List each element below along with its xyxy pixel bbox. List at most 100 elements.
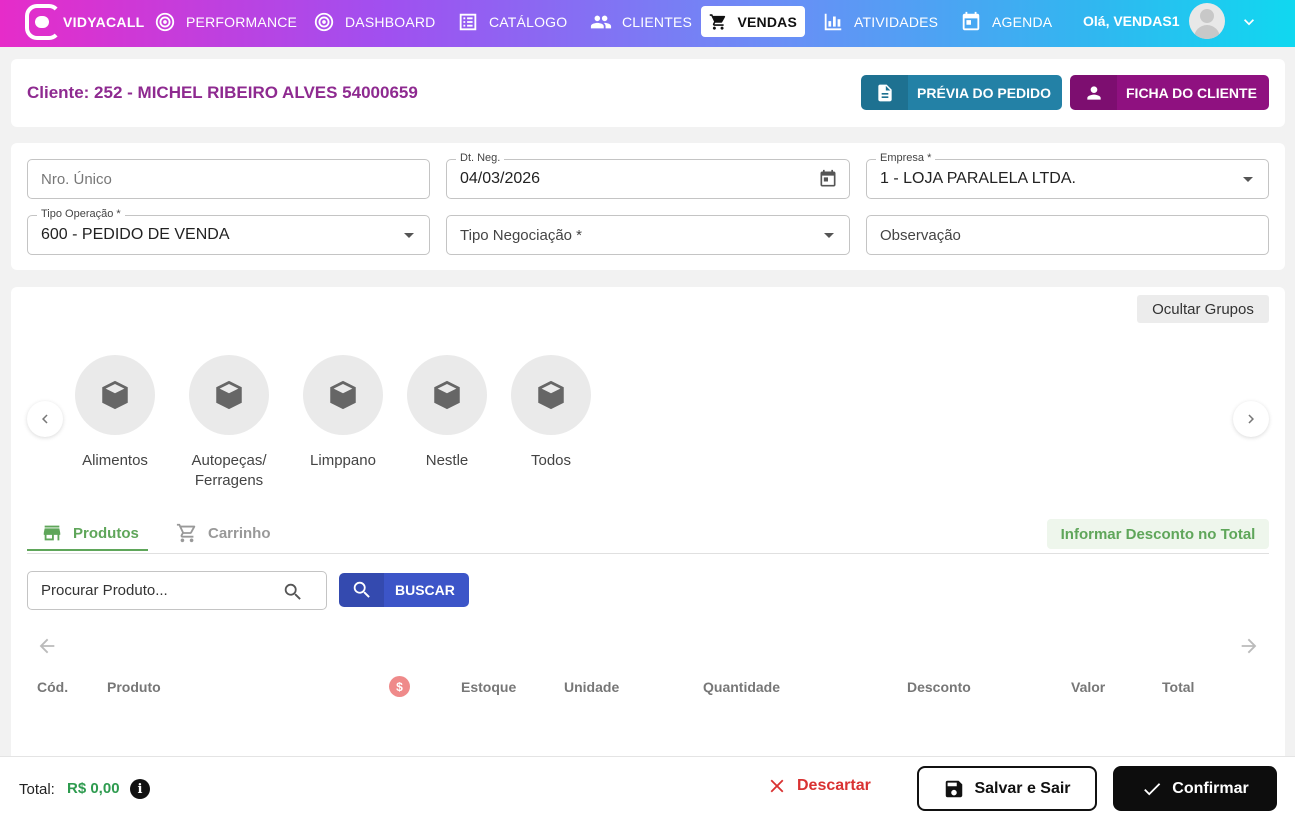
box-icon [102,380,128,410]
nav-vendas-label: VENDAS [737,13,797,30]
group-name: Nestle [425,452,469,469]
dropdown-caret-icon [824,233,834,238]
document-icon [877,84,892,101]
arrow-right-icon[interactable] [1238,635,1260,657]
group-limppano[interactable]: Limppano [288,355,398,471]
tab-carrinho-label: Carrinho [208,524,271,542]
chevron-right-icon [1248,414,1254,424]
order-preview-label: PRÉVIA DO PEDIDO [917,84,1052,101]
search-icon [353,581,370,598]
total-label: Total: [19,781,55,798]
cart-icon [709,13,726,30]
confirm-button[interactable]: Confirmar [1113,766,1277,811]
nav-performance[interactable]: PERFORMANCE [146,6,305,37]
bar-chart-icon [824,13,842,30]
people-icon [590,15,612,28]
nav-atividades[interactable]: ATIVIDADES [814,6,946,37]
calendar-icon[interactable] [818,169,838,189]
tipo-operacao-label: Tipo Operação * [37,208,125,220]
app-logo[interactable]: VIDYACALL [25,4,145,40]
dropdown-caret-icon [1243,177,1253,182]
order-form-card: Nro. Único Dt. Neg. 04/03/2026 Empresa *… [11,143,1285,270]
nav-clientes-label: CLIENTES [622,13,693,30]
nav-dashboard[interactable]: DASHBOARD [305,6,443,37]
nav-dashboard-label: DASHBOARD [345,13,436,30]
search-icon [284,583,301,600]
tabs-divider [27,553,1269,554]
cart-outline-icon [176,523,196,543]
dt-neg-label: Dt. Neg. [456,152,505,164]
client-sheet-button[interactable]: FICHA DO CLIENTE [1070,75,1269,110]
observacao-placeholder: Observação [880,226,961,244]
nav-performance-label: PERFORMANCE [186,13,298,30]
discard-button[interactable]: Descartar [766,775,871,797]
group-todos[interactable]: Todos [496,355,606,471]
col-header-valor: Valor [1071,679,1106,695]
calendar-icon [962,11,980,30]
nro-unico-field[interactable]: Nro. Único [27,159,430,199]
dropdown-caret-icon [404,233,414,238]
col-header-estoque: Estoque [461,679,517,695]
nav-clientes[interactable]: CLIENTES [582,6,700,37]
chevron-left-icon [42,414,48,424]
tipo-negociacao-select[interactable]: Tipo Negociação * [446,215,850,255]
discount-total-button[interactable]: Informar Desconto no Total [1047,519,1269,549]
discard-label: Descartar [797,777,871,794]
col-header-codigo: Cód. [37,679,69,695]
client-sheet-label: FICHA DO CLIENTE [1126,84,1257,101]
target-icon [155,12,175,31]
logo-mark-icon [25,4,61,40]
price-dollar-icon: $ [389,676,410,697]
tab-carrinho[interactable]: Carrinho [176,522,271,544]
arrow-left-icon[interactable] [36,635,58,657]
observacao-field[interactable]: Observação [866,215,1269,255]
groups-prev-button[interactable] [27,401,63,437]
group-name: Todos [530,452,572,469]
chevron-down-icon[interactable] [1239,12,1259,32]
info-icon[interactable]: i [130,779,150,799]
tipo-operacao-value: 600 - PEDIDO DE VENDA [41,226,230,243]
group-nestle[interactable]: Nestle [392,355,502,471]
dt-neg-value: 04/03/2026 [460,170,541,187]
group-name-line2: Ferragens [194,472,264,489]
check-icon [1144,782,1161,795]
col-header-unidade: Unidade [564,679,620,695]
nav-vendas[interactable]: VENDAS [701,6,805,37]
nro-unico-placeholder: Nro. Único [41,170,112,188]
products-card: Ocultar Grupos Alimentos Autopeças/Ferra… [11,287,1285,757]
group-name: Alimentos [82,452,148,469]
group-alimentos[interactable]: Alimentos [60,355,170,471]
hide-groups-button[interactable]: Ocultar Grupos [1137,295,1269,323]
save-exit-button[interactable]: Salvar e Sair [917,766,1097,811]
order-preview-button[interactable]: PRÉVIA DO PEDIDO [861,75,1062,110]
nav-agenda[interactable]: AGENDA [952,6,1060,37]
box-icon [330,380,356,410]
save-icon [946,780,963,797]
box-icon [434,380,460,410]
tab-produtos[interactable]: Produtos [41,522,139,544]
footer-bar: Total: R$ 0,00 i Descartar Salvar e Sair… [0,756,1295,813]
group-name: Limppano [310,452,376,469]
empresa-label: Empresa * [876,152,936,164]
nav-atividades-label: ATIVIDADES [854,13,939,30]
dt-neg-field[interactable]: Dt. Neg. 04/03/2026 [446,152,850,199]
nav-agenda-label: AGENDA [992,13,1053,30]
col-header-total: Total [1162,679,1195,695]
confirm-label: Confirmar [1172,779,1249,797]
product-search-placeholder: Procurar Produto... [41,582,168,599]
nav-catalogo[interactable]: CATÁLOGO [449,6,575,37]
tab-produtos-label: Produtos [73,524,139,542]
empresa-select[interactable]: Empresa * 1 - LOJA PARALELA LTDA. [866,152,1269,199]
avatar[interactable] [1189,3,1225,39]
empresa-value: 1 - LOJA PARALELA LTDA. [880,170,1076,187]
groups-next-button[interactable] [1233,401,1269,437]
person-icon [1086,85,1101,100]
group-autopecas[interactable]: Autopeças/Ferragens [174,355,284,491]
search-button[interactable]: BUSCAR [339,573,469,607]
store-icon [43,525,61,541]
col-header-desconto: Desconto [907,679,971,695]
tipo-operacao-select[interactable]: Tipo Operação * 600 - PEDIDO DE VENDA [27,208,430,255]
top-navbar: VIDYACALL PERFORMANCE DASHBOARD CATÁLOGO… [0,0,1295,47]
product-search-input[interactable]: Procurar Produto... [27,571,327,610]
nav-catalogo-label: CATÁLOGO [489,13,568,30]
